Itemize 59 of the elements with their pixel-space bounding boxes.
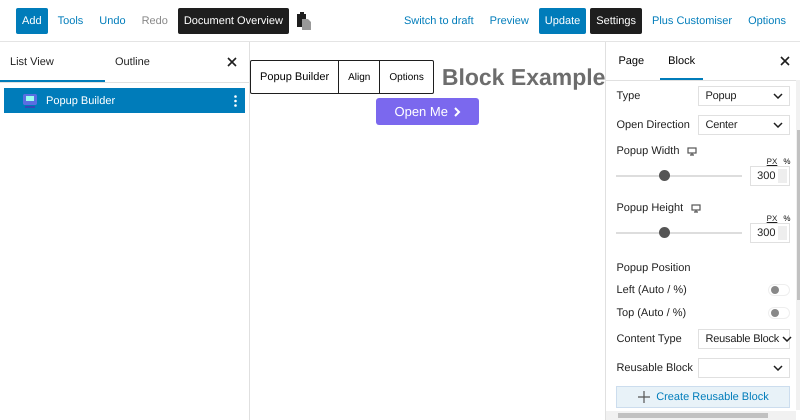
unit-toggle[interactable]: PX: [766, 157, 778, 166]
toolbar-button[interactable]: Plus Customiser: [646, 8, 738, 34]
field-label: Top (Auto / %): [616, 306, 686, 318]
chevron-down-icon: [773, 122, 784, 128]
select-field[interactable]: Popup: [698, 86, 790, 106]
clipboard-icon[interactable]: [296, 12, 311, 30]
field-label: Popup Width: [616, 145, 680, 157]
more-icon[interactable]: [234, 94, 237, 106]
number-field[interactable]: 300: [750, 166, 790, 186]
chevron-right-icon: [454, 106, 461, 116]
popup-block-icon: [22, 92, 38, 108]
block-toolbar-button[interactable]: Options: [379, 61, 433, 93]
toolbar-button[interactable]: Add: [16, 8, 48, 34]
create-button[interactable]: Create Reusable Block: [616, 386, 790, 408]
chevron-down-icon: [773, 92, 784, 98]
unit-toggle[interactable]: %: [783, 157, 790, 166]
field-label: Reusable Block: [616, 362, 693, 374]
block-toolbar-button[interactable]: Popup Builder: [251, 61, 338, 93]
toolbar-button[interactable]: Settings: [590, 8, 642, 34]
field-label: Type: [616, 90, 640, 102]
toggle-switch[interactable]: [768, 284, 790, 296]
slider-thumb[interactable]: [659, 170, 670, 181]
plus-icon: [638, 391, 650, 403]
panel-tab[interactable]: Outline: [105, 42, 210, 82]
field-label: Open Direction: [616, 118, 690, 130]
block-toolbar-button[interactable]: Align: [338, 61, 380, 93]
toggle-switch[interactable]: [768, 306, 790, 318]
toolbar-button[interactable]: Update: [538, 8, 586, 34]
block-heading: Block Example: [442, 64, 606, 90]
unit-toggle[interactable]: PX: [766, 214, 778, 223]
toolbar-button[interactable]: Tools: [52, 8, 90, 34]
close-icon[interactable]: [780, 56, 790, 66]
toolbar-button[interactable]: Preview: [484, 8, 535, 34]
toolbar-button[interactable]: Redo: [136, 8, 174, 34]
panel-tab[interactable]: Block: [660, 42, 704, 80]
unit-toggle[interactable]: %: [783, 214, 790, 223]
field-label: Left (Auto / %): [616, 284, 687, 296]
monitor-icon[interactable]: [691, 204, 702, 212]
select-field[interactable]: [698, 358, 790, 378]
toolbar-button[interactable]: Undo: [93, 8, 132, 34]
open-button[interactable]: Open Me: [376, 98, 479, 125]
toolbar-button[interactable]: Document Overview: [178, 8, 289, 34]
number-field[interactable]: 300: [750, 223, 790, 243]
field-label: Content Type: [616, 332, 682, 344]
monitor-icon[interactable]: [687, 146, 698, 156]
toolbar-button[interactable]: Options: [742, 8, 792, 34]
field-label: Popup Height: [616, 202, 684, 214]
toolbar-button[interactable]: Switch to draft: [398, 8, 480, 34]
scrollbar[interactable]: [606, 411, 796, 420]
chevron-down-icon: [773, 364, 784, 370]
panel-tab[interactable]: List View: [0, 42, 105, 82]
list-item[interactable]: Popup Builder: [4, 88, 245, 113]
slider-thumb[interactable]: [659, 227, 670, 238]
section-heading: Popup Position: [616, 262, 690, 274]
select-field[interactable]: Center: [698, 114, 790, 134]
close-icon[interactable]: [227, 57, 237, 67]
select-field[interactable]: Reusable Block: [698, 328, 790, 348]
chevron-down-icon: [782, 336, 792, 342]
panel-tab[interactable]: Page: [610, 42, 652, 80]
